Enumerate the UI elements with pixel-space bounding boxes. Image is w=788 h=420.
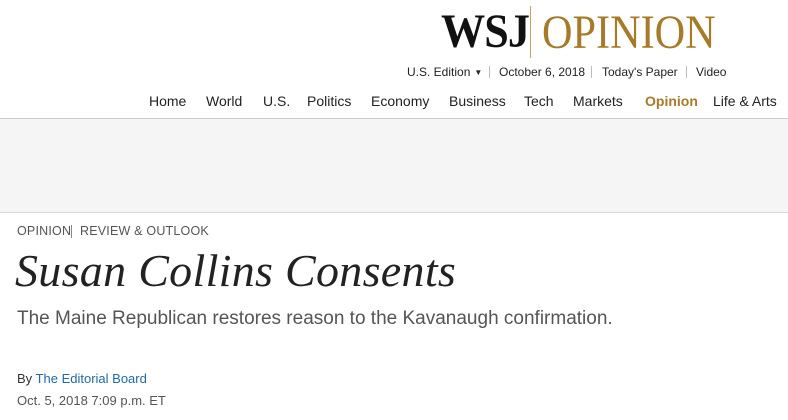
nav-item-world[interactable]: World [206,91,242,111]
wsj-wordmark[interactable]: WSJ [441,4,530,60]
nav-item-home[interactable]: Home [149,91,186,111]
ad-divider [0,212,788,213]
byline-author-link[interactable]: The Editorial Board [36,371,147,386]
video-link[interactable]: Video [696,64,726,80]
utility-divider [686,66,687,78]
nav-item-tech[interactable]: Tech [524,91,554,111]
nav-item-opinion[interactable]: Opinion [645,91,698,111]
logo-divider [530,6,531,58]
nav-item-business[interactable]: Business [449,91,506,111]
opinion-wordmark[interactable]: OPINION [542,5,716,61]
edition-date: October 6, 2018 [499,65,586,79]
edition-label: U.S. Edition [407,65,471,79]
nav-item-life-arts[interactable]: Life & Arts [713,91,777,111]
nav-item-markets[interactable]: Markets [573,91,623,111]
utility-divider [489,66,490,78]
byline: By The Editorial Board [17,370,147,388]
byline-prefix: By [17,371,33,386]
article-dek: The Maine Republican restores reason to … [17,308,613,329]
breadcrumb-divider [71,225,72,238]
ad-placeholder [0,119,788,212]
caret-down-icon: ▼ [474,68,483,77]
article-headline: Susan Collins Consents [15,245,457,296]
nav-item-u-s[interactable]: U.S. [263,91,290,111]
breadcrumb-review-outlook[interactable]: Review & Outlook [80,223,209,239]
nav-item-economy[interactable]: Economy [371,91,429,111]
utility-divider [591,66,592,78]
edition-selector[interactable]: U.S. Edition ▼ [407,64,482,82]
breadcrumb-opinion[interactable]: Opinion [17,223,71,239]
site-header: WSJ OPINION U.S. Edition ▼ October 6, 201… [0,0,788,119]
todays-paper-link[interactable]: Today's Paper [602,64,678,80]
nav-item-politics[interactable]: Politics [307,91,351,111]
article-timestamp: Oct. 5, 2018 7:09 p.m. ET [17,393,166,408]
